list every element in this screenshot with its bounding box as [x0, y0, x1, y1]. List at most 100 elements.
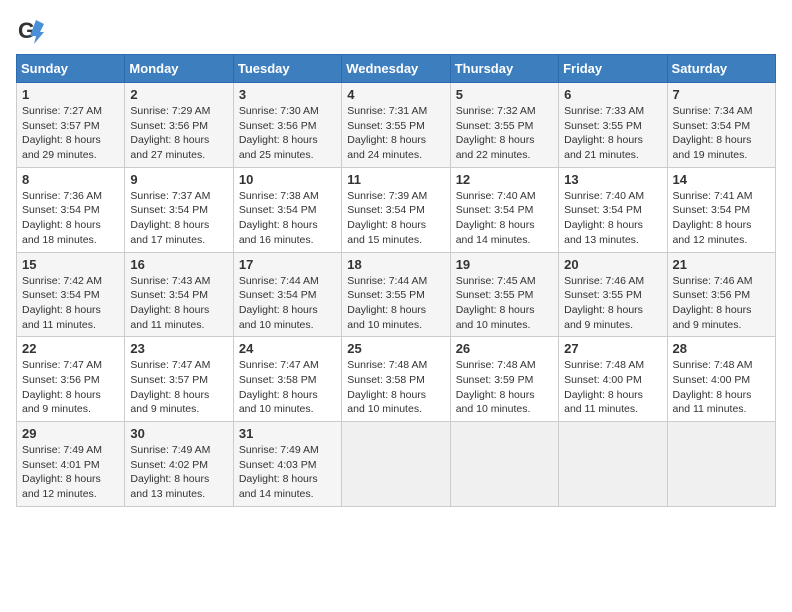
- day-number: 25: [347, 341, 444, 356]
- day-cell: [559, 422, 667, 507]
- day-number: 20: [564, 257, 661, 272]
- day-detail: Sunrise: 7:47 AMSunset: 3:57 PMDaylight:…: [130, 359, 210, 415]
- logo: G: [16, 16, 48, 44]
- day-cell: [342, 422, 450, 507]
- day-detail: Sunrise: 7:41 AMSunset: 3:54 PMDaylight:…: [673, 190, 753, 246]
- day-cell: 12 Sunrise: 7:40 AMSunset: 3:54 PMDayligh…: [450, 167, 558, 252]
- weekday-header-wednesday: Wednesday: [342, 55, 450, 83]
- weekday-header-friday: Friday: [559, 55, 667, 83]
- day-number: 17: [239, 257, 336, 272]
- day-detail: Sunrise: 7:43 AMSunset: 3:54 PMDaylight:…: [130, 275, 210, 331]
- day-detail: Sunrise: 7:40 AMSunset: 3:54 PMDaylight:…: [456, 190, 536, 246]
- day-number: 6: [564, 87, 661, 102]
- day-number: 12: [456, 172, 553, 187]
- day-detail: Sunrise: 7:40 AMSunset: 3:54 PMDaylight:…: [564, 190, 644, 246]
- day-detail: Sunrise: 7:44 AMSunset: 3:54 PMDaylight:…: [239, 275, 319, 331]
- day-detail: Sunrise: 7:48 AMSunset: 3:58 PMDaylight:…: [347, 359, 427, 415]
- day-number: 19: [456, 257, 553, 272]
- day-number: 9: [130, 172, 227, 187]
- day-number: 11: [347, 172, 444, 187]
- day-cell: 1 Sunrise: 7:27 AMSunset: 3:57 PMDaylight…: [17, 83, 125, 168]
- day-detail: Sunrise: 7:44 AMSunset: 3:55 PMDaylight:…: [347, 275, 427, 331]
- day-cell: 2Sunrise: 7:29 AMSunset: 3:56 PMDaylight…: [125, 83, 233, 168]
- day-cell: 27Sunrise: 7:48 AMSunset: 4:00 PMDayligh…: [559, 337, 667, 422]
- day-number: 5: [456, 87, 553, 102]
- day-number: 7: [673, 87, 770, 102]
- day-cell: 29 Sunrise: 7:49 AMSunset: 4:01 PMDayligh…: [17, 422, 125, 507]
- week-row-4: 22 Sunrise: 7:47 AMSunset: 3:56 PMDayligh…: [17, 337, 776, 422]
- day-cell: 9 Sunrise: 7:37 AMSunset: 3:54 PMDaylight…: [125, 167, 233, 252]
- day-number: 23: [130, 341, 227, 356]
- day-cell: 22 Sunrise: 7:47 AMSunset: 3:56 PMDayligh…: [17, 337, 125, 422]
- day-detail: Sunrise: 7:38 AMSunset: 3:54 PMDaylight:…: [239, 190, 319, 246]
- day-detail: Sunrise: 7:48 AMSunset: 3:59 PMDaylight:…: [456, 359, 536, 415]
- day-number: 15: [22, 257, 119, 272]
- day-number: 8: [22, 172, 119, 187]
- day-number: 16: [130, 257, 227, 272]
- day-number: 24: [239, 341, 336, 356]
- day-cell: 15 Sunrise: 7:42 AMSunset: 3:54 PMDayligh…: [17, 252, 125, 337]
- day-cell: 18 Sunrise: 7:44 AMSunset: 3:55 PMDayligh…: [342, 252, 450, 337]
- day-detail: Sunrise: 7:37 AMSunset: 3:54 PMDaylight:…: [130, 190, 210, 246]
- day-cell: 30Sunrise: 7:49 AMSunset: 4:02 PMDayligh…: [125, 422, 233, 507]
- day-cell: 16 Sunrise: 7:43 AMSunset: 3:54 PMDayligh…: [125, 252, 233, 337]
- day-number: 22: [22, 341, 119, 356]
- day-cell: 24 Sunrise: 7:47 AMSunset: 3:58 PMDayligh…: [233, 337, 341, 422]
- day-detail: Sunrise: 7:47 AMSunset: 3:56 PMDaylight:…: [22, 359, 102, 415]
- day-cell: 10 Sunrise: 7:38 AMSunset: 3:54 PMDayligh…: [233, 167, 341, 252]
- day-cell: 8 Sunrise: 7:36 AMSunset: 3:54 PMDaylight…: [17, 167, 125, 252]
- week-row-5: 29 Sunrise: 7:49 AMSunset: 4:01 PMDayligh…: [17, 422, 776, 507]
- day-cell: 21 Sunrise: 7:46 AMSunset: 3:56 PMDayligh…: [667, 252, 775, 337]
- day-cell: 17 Sunrise: 7:44 AMSunset: 3:54 PMDayligh…: [233, 252, 341, 337]
- calendar-table: SundayMondayTuesdayWednesdayThursdayFrid…: [16, 54, 776, 507]
- day-detail: Sunrise: 7:46 AMSunset: 3:56 PMDaylight:…: [673, 275, 753, 331]
- day-cell: [667, 422, 775, 507]
- day-number: 4: [347, 87, 444, 102]
- day-detail: Sunrise: 7:39 AMSunset: 3:54 PMDaylight:…: [347, 190, 427, 246]
- day-detail: Sunrise: 7:36 AMSunset: 3:54 PMDaylight:…: [22, 190, 102, 246]
- day-detail: Sunrise: 7:49 AMSunset: 4:02 PMDaylight:…: [130, 444, 210, 500]
- day-cell: 11 Sunrise: 7:39 AMSunset: 3:54 PMDayligh…: [342, 167, 450, 252]
- day-cell: 7 Sunrise: 7:34 AMSunset: 3:54 PMDaylight…: [667, 83, 775, 168]
- weekday-header-sunday: Sunday: [17, 55, 125, 83]
- day-number: 28: [673, 341, 770, 356]
- day-cell: 4 Sunrise: 7:31 AMSunset: 3:55 PMDaylight…: [342, 83, 450, 168]
- day-cell: 6Sunrise: 7:33 AMSunset: 3:55 PMDaylight…: [559, 83, 667, 168]
- week-row-2: 8 Sunrise: 7:36 AMSunset: 3:54 PMDaylight…: [17, 167, 776, 252]
- day-cell: 28 Sunrise: 7:48 AMSunset: 4:00 PMDayligh…: [667, 337, 775, 422]
- day-number: 10: [239, 172, 336, 187]
- day-detail: Sunrise: 7:34 AMSunset: 3:54 PMDaylight:…: [673, 105, 753, 161]
- day-detail: Sunrise: 7:45 AMSunset: 3:55 PMDaylight:…: [456, 275, 536, 331]
- day-cell: 5Sunrise: 7:32 AMSunset: 3:55 PMDaylight…: [450, 83, 558, 168]
- day-cell: 31Sunrise: 7:49 AMSunset: 4:03 PMDayligh…: [233, 422, 341, 507]
- day-cell: 26 Sunrise: 7:48 AMSunset: 3:59 PMDayligh…: [450, 337, 558, 422]
- day-cell: 13 Sunrise: 7:40 AMSunset: 3:54 PMDayligh…: [559, 167, 667, 252]
- day-cell: 19 Sunrise: 7:45 AMSunset: 3:55 PMDayligh…: [450, 252, 558, 337]
- day-cell: 20Sunrise: 7:46 AMSunset: 3:55 PMDayligh…: [559, 252, 667, 337]
- day-number: 31: [239, 426, 336, 441]
- day-detail: Sunrise: 7:47 AMSunset: 3:58 PMDaylight:…: [239, 359, 319, 415]
- day-number: 3: [239, 87, 336, 102]
- day-number: 26: [456, 341, 553, 356]
- weekday-header-row: SundayMondayTuesdayWednesdayThursdayFrid…: [17, 55, 776, 83]
- weekday-header-tuesday: Tuesday: [233, 55, 341, 83]
- day-number: 1: [22, 87, 119, 102]
- day-detail: Sunrise: 7:27 AMSunset: 3:57 PMDaylight:…: [22, 105, 102, 161]
- header: G: [16, 16, 776, 44]
- day-number: 13: [564, 172, 661, 187]
- day-number: 21: [673, 257, 770, 272]
- weekday-header-thursday: Thursday: [450, 55, 558, 83]
- day-number: 29: [22, 426, 119, 441]
- day-number: 14: [673, 172, 770, 187]
- weekday-header-monday: Monday: [125, 55, 233, 83]
- day-detail: Sunrise: 7:31 AMSunset: 3:55 PMDaylight:…: [347, 105, 427, 161]
- logo-icon: G: [16, 16, 44, 44]
- day-detail: Sunrise: 7:49 AMSunset: 4:01 PMDaylight:…: [22, 444, 102, 500]
- day-detail: Sunrise: 7:48 AMSunset: 4:00 PMDaylight:…: [673, 359, 753, 415]
- day-detail: Sunrise: 7:42 AMSunset: 3:54 PMDaylight:…: [22, 275, 102, 331]
- day-number: 18: [347, 257, 444, 272]
- day-cell: [450, 422, 558, 507]
- day-cell: 14 Sunrise: 7:41 AMSunset: 3:54 PMDayligh…: [667, 167, 775, 252]
- day-number: 2: [130, 87, 227, 102]
- day-cell: 23 Sunrise: 7:47 AMSunset: 3:57 PMDayligh…: [125, 337, 233, 422]
